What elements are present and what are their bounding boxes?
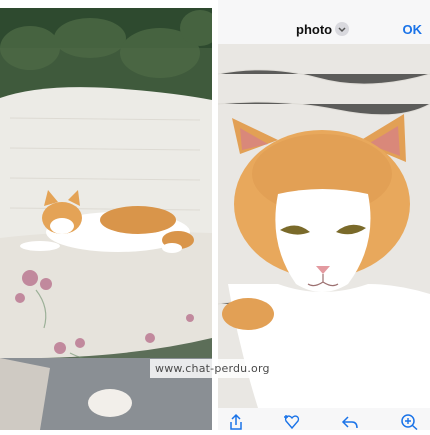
photo-title[interactable]: photo (296, 22, 332, 37)
watermark-text: www.chat-perdu.org (155, 362, 270, 375)
share-icon[interactable] (226, 413, 246, 430)
chevron-down-icon[interactable] (335, 22, 349, 36)
navigation-bar: photo OK (218, 0, 430, 44)
cat-closeup-photo (218, 44, 430, 408)
favorite-add-icon[interactable] (282, 413, 302, 430)
watermark: www.chat-perdu.org (150, 359, 270, 378)
screen: { "left_photo": { "icon": "cat-on-bench-… (0, 0, 430, 431)
zoom-in-icon[interactable] (400, 413, 420, 431)
reply-icon[interactable] (340, 413, 360, 430)
bottom-toolbar (218, 408, 430, 431)
ok-button[interactable]: OK (403, 22, 423, 37)
